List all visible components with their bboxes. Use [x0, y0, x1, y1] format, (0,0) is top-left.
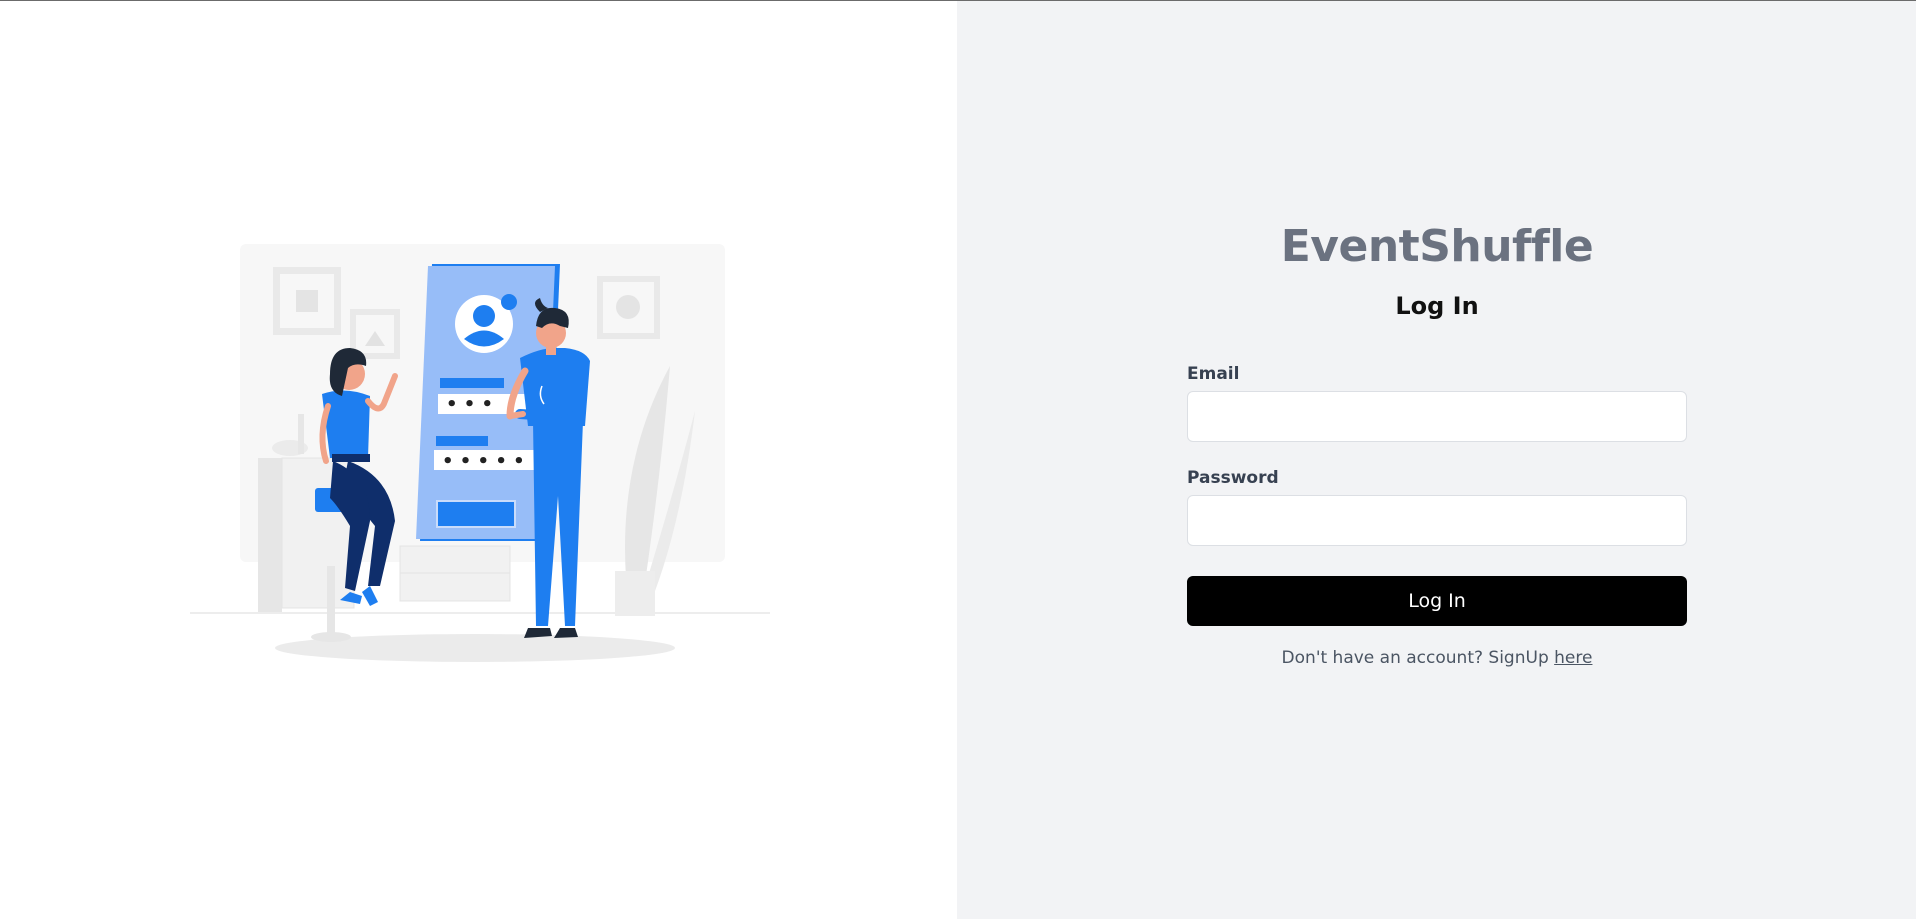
brand-title: EventShuffle: [1280, 221, 1594, 272]
login-panel: EventShuffle Log In Email Password Log I…: [957, 1, 1916, 919]
login-form: EventShuffle Log In Email Password Log I…: [1187, 216, 1687, 668]
signup-prompt-text: Don't have an account? SignUp: [1281, 648, 1555, 668]
form-title: Log In: [1395, 292, 1479, 320]
login-illustration-icon: • • • • • • • •: [190, 244, 770, 662]
login-page: • • • • • • • • EventShuffle Log In Emai…: [0, 0, 1916, 919]
email-field[interactable]: [1187, 391, 1687, 442]
password-label: Password: [1187, 468, 1279, 488]
illustration-dots-1: • • •: [446, 394, 493, 415]
password-field-group: Password: [1187, 468, 1687, 546]
login-button[interactable]: Log In: [1187, 576, 1687, 626]
password-field[interactable]: [1187, 495, 1687, 546]
email-label: Email: [1187, 364, 1240, 384]
signup-link[interactable]: here: [1554, 648, 1592, 668]
email-field-group: Email: [1187, 364, 1687, 442]
signup-prompt: Don't have an account? SignUp here: [1187, 648, 1687, 668]
illustration-dots-2: • • • • •: [442, 451, 525, 472]
illustration-panel: • • • • • • • •: [0, 1, 957, 919]
